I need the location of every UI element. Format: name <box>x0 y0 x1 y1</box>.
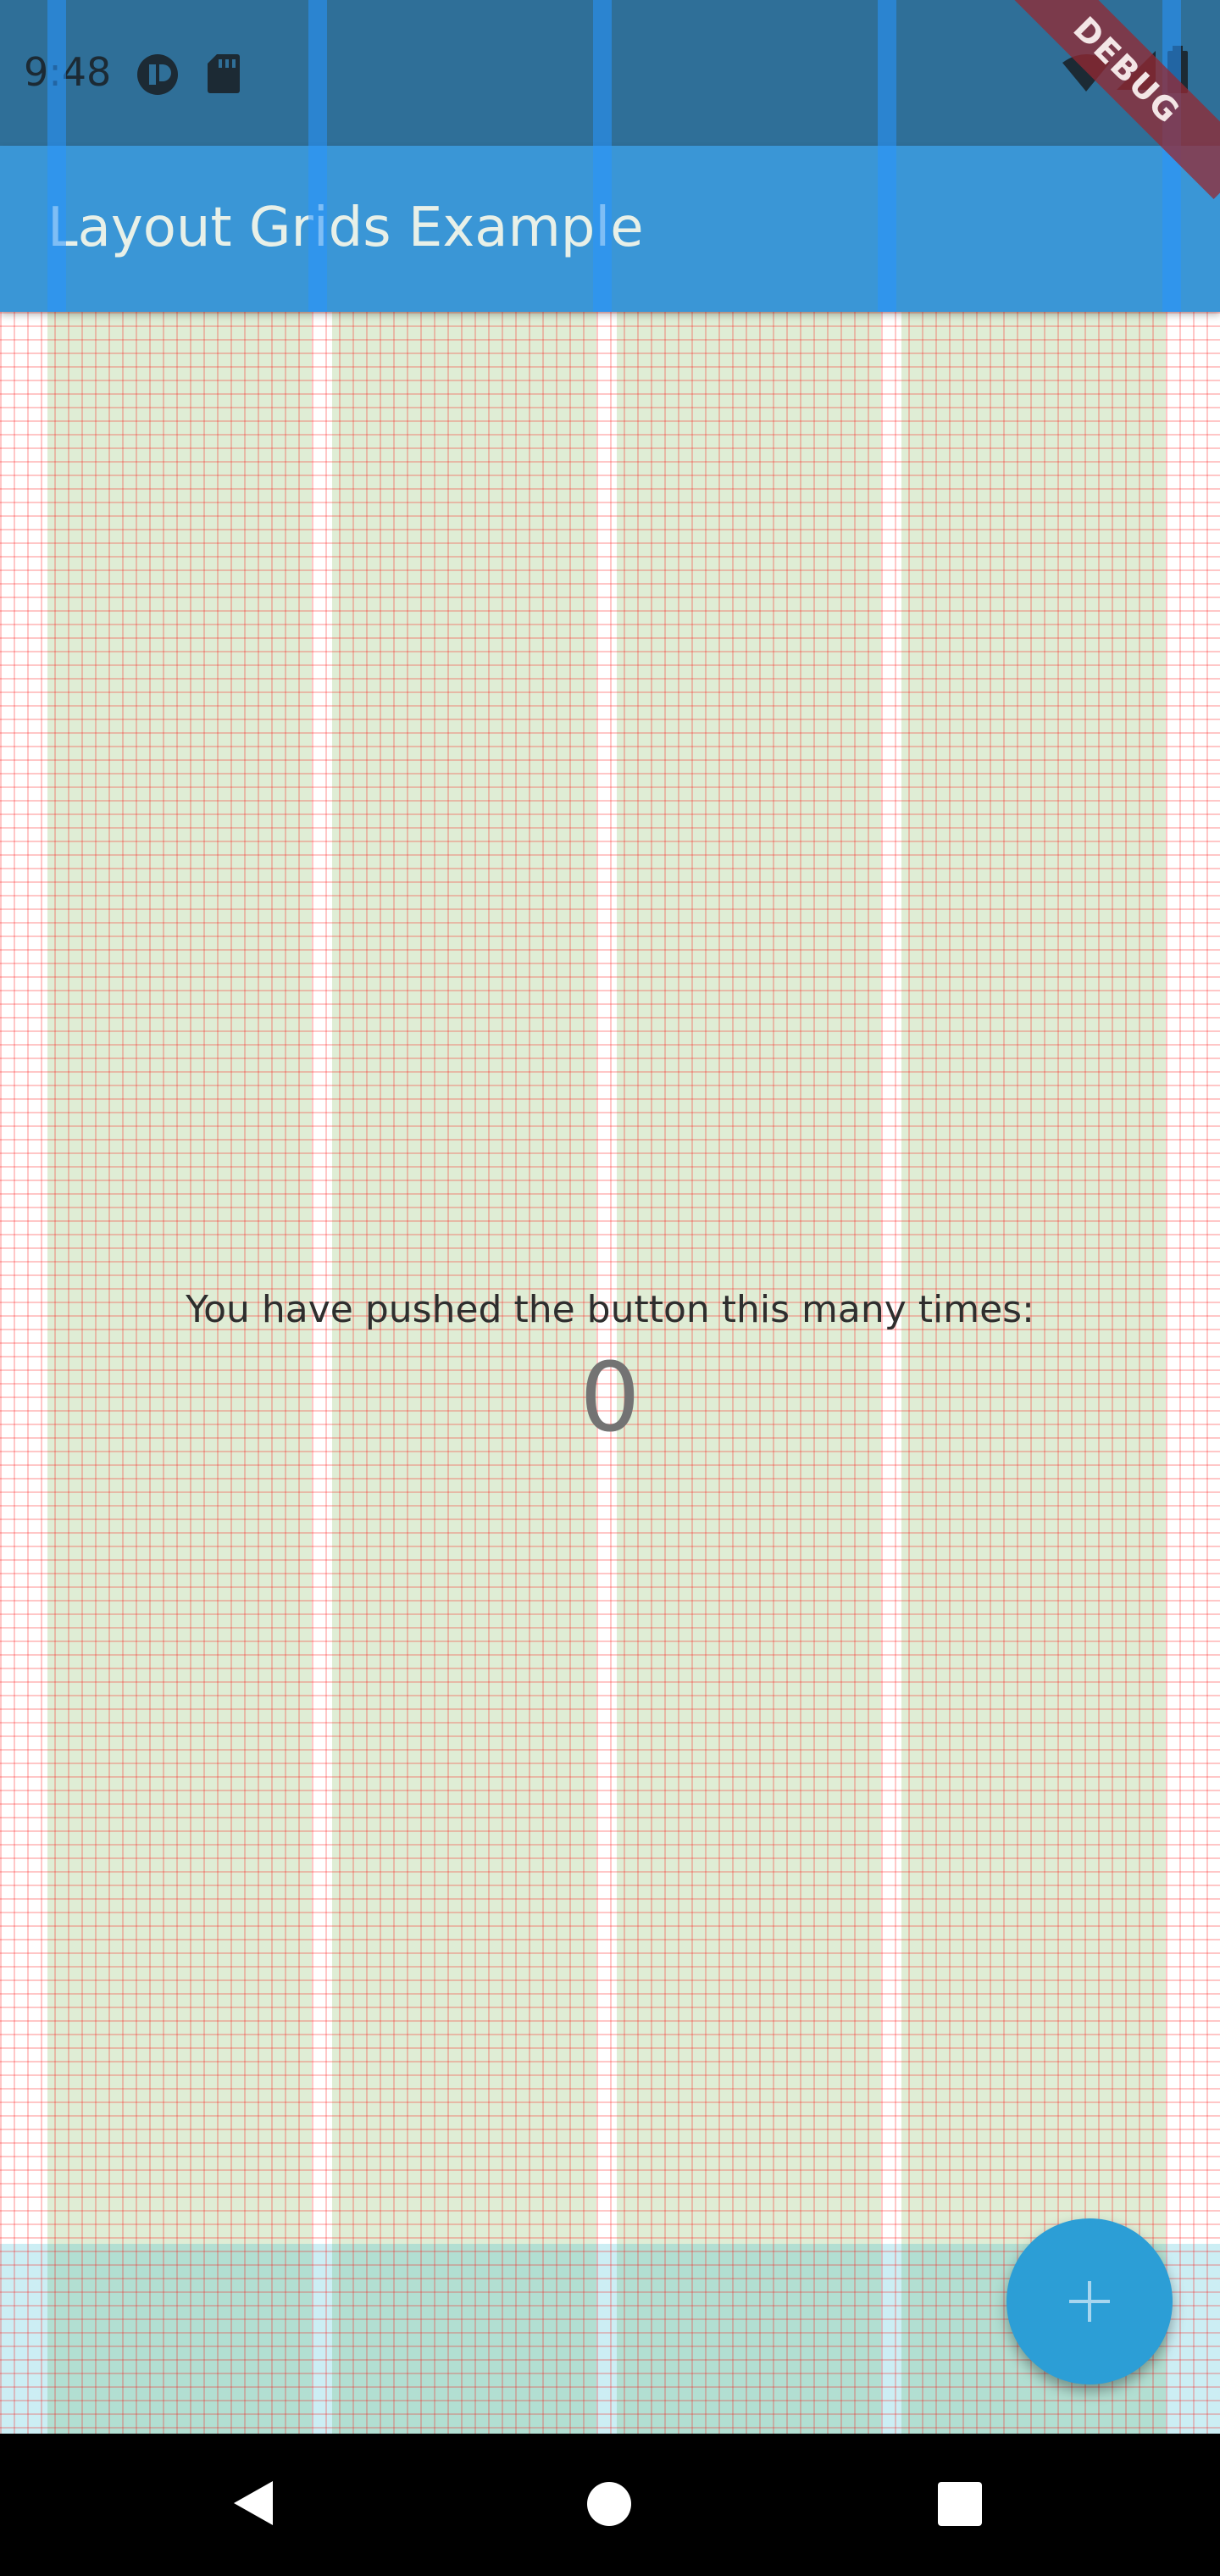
grid-column-4 <box>901 0 1166 2434</box>
status-time: 9:48 <box>24 49 112 95</box>
recents-icon[interactable] <box>938 2482 982 2529</box>
grid-column-edge <box>593 0 612 312</box>
grid-column-1 <box>47 0 312 2434</box>
back-icon[interactable] <box>230 2478 274 2532</box>
home-icon[interactable] <box>586 2481 632 2530</box>
app-indicator-icon <box>136 53 180 100</box>
grid-column-edge <box>47 0 66 312</box>
increment-button[interactable] <box>1006 2218 1173 2384</box>
grid-column-2 <box>332 0 596 2434</box>
grid-column-edge <box>308 0 327 312</box>
counter-message: You have pushed the button this many tim… <box>186 1288 1034 1331</box>
grid-column-3 <box>617 0 881 2434</box>
grid-column-edge <box>878 0 896 312</box>
navigation-bar <box>0 2434 1220 2576</box>
counter-value: 0 <box>580 1343 640 1453</box>
app-title: Layout Grids Example <box>47 197 644 259</box>
sd-card-icon <box>207 53 241 97</box>
add-icon <box>1069 2281 1110 2322</box>
